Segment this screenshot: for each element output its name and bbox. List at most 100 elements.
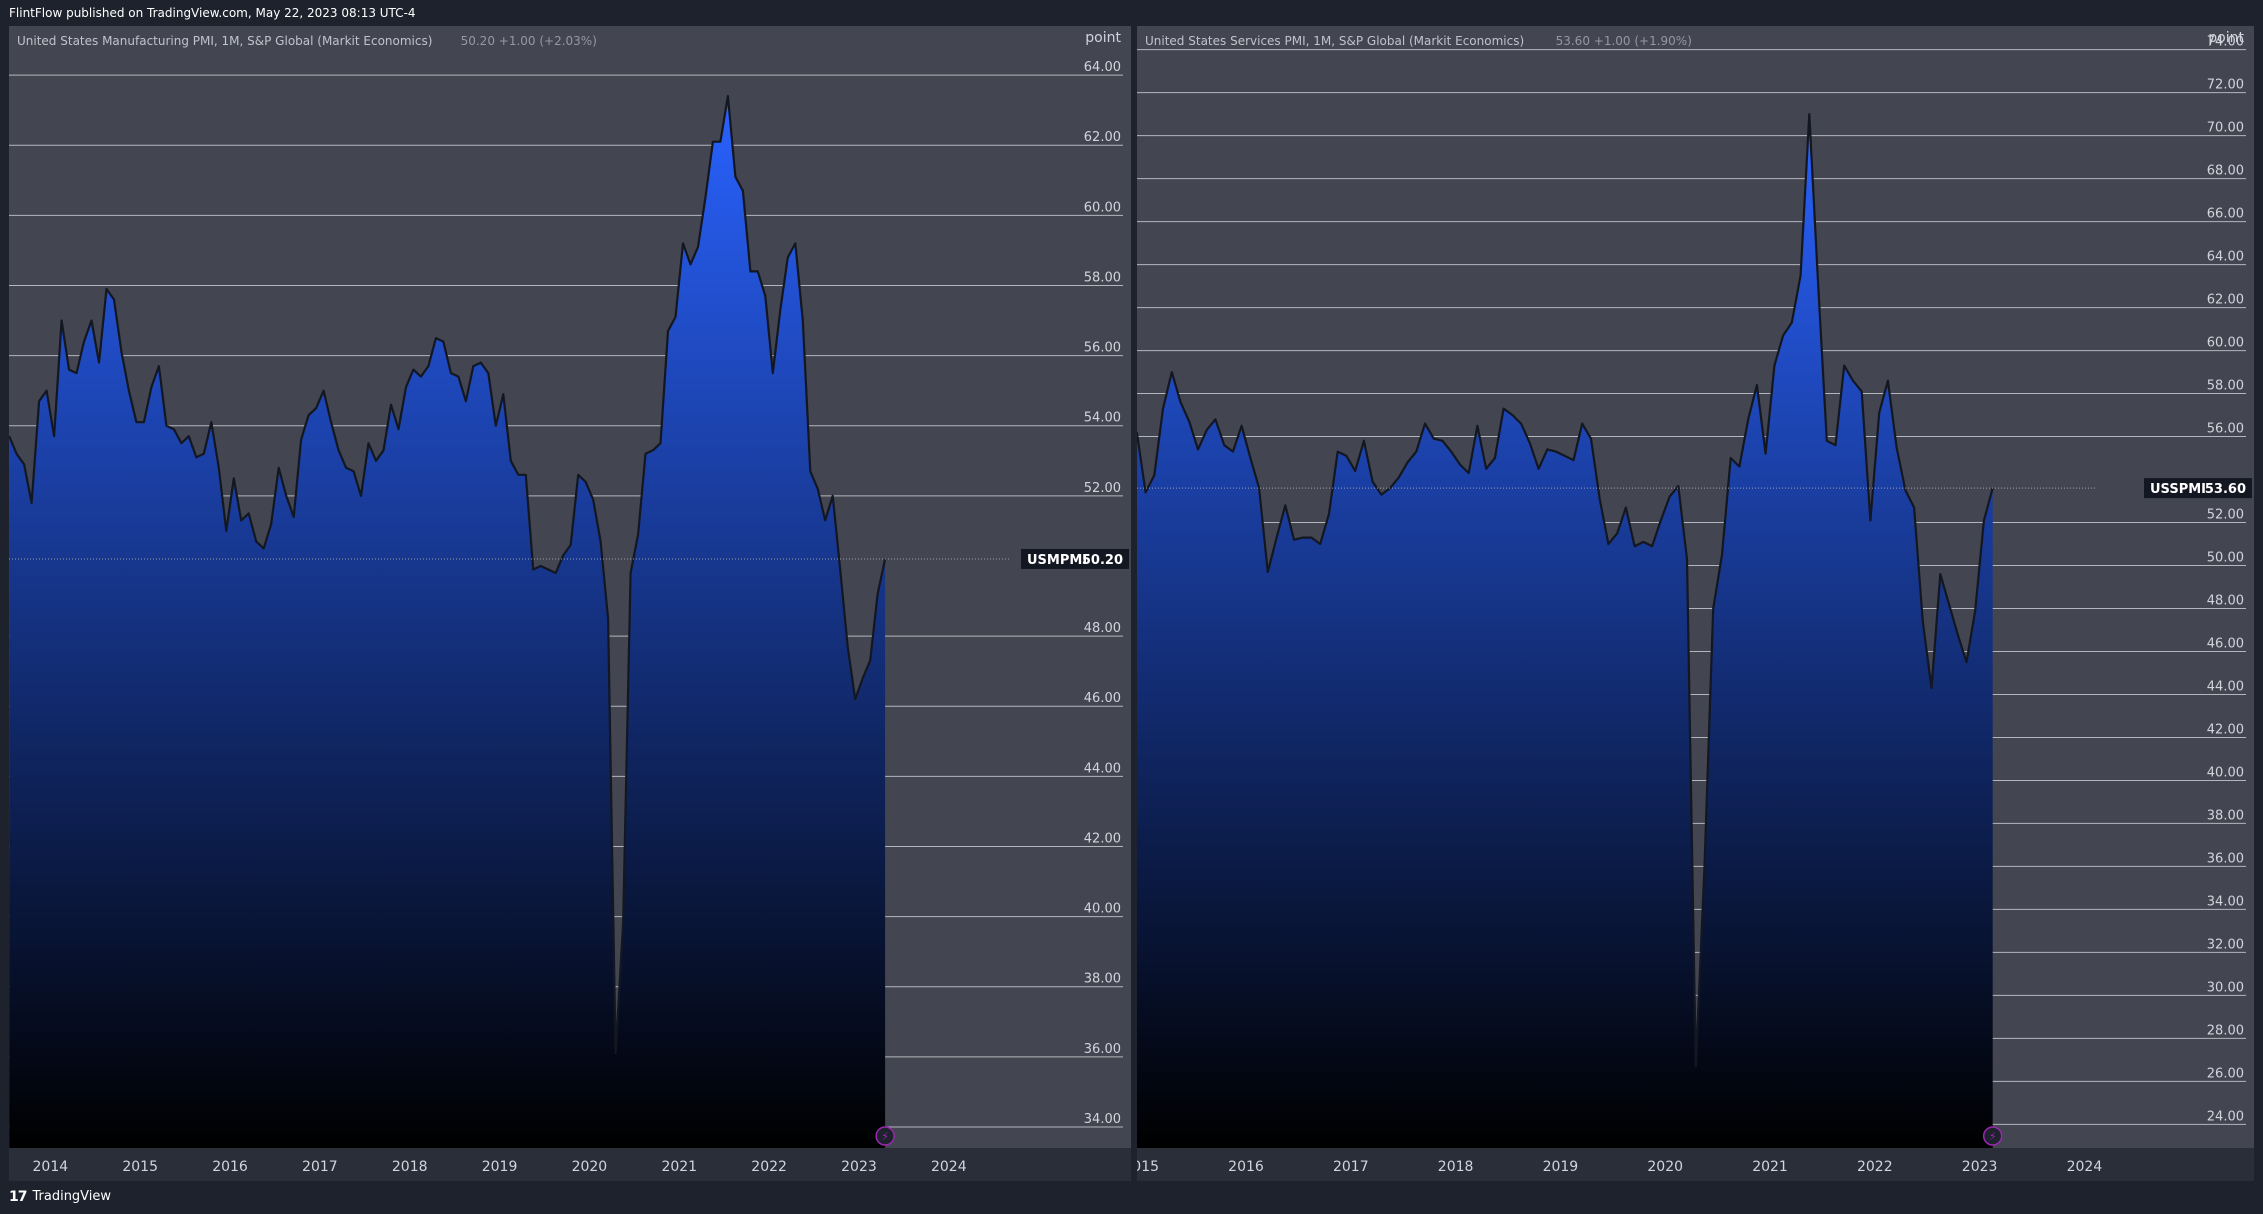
- data-point[interactable]: [239, 518, 243, 522]
- data-point[interactable]: [1432, 437, 1436, 441]
- data-point[interactable]: [1414, 450, 1418, 454]
- data-point[interactable]: [426, 364, 430, 368]
- data-point[interactable]: [464, 399, 468, 403]
- data-point[interactable]: [97, 361, 101, 365]
- data-point[interactable]: [284, 494, 288, 498]
- data-point[interactable]: [449, 371, 453, 375]
- data-point[interactable]: [1598, 497, 1602, 501]
- data-point[interactable]: [606, 617, 610, 621]
- data-point[interactable]: [816, 487, 820, 491]
- data-point[interactable]: [1589, 437, 1593, 441]
- data-point[interactable]: [1903, 488, 1907, 492]
- data-point[interactable]: [1161, 407, 1165, 411]
- data-point[interactable]: [778, 308, 782, 312]
- data-point[interactable]: [1266, 570, 1270, 574]
- data-point[interactable]: [696, 245, 700, 249]
- data-point[interactable]: [314, 406, 318, 410]
- data-point[interactable]: [1327, 512, 1331, 516]
- data-point[interactable]: [1152, 473, 1156, 477]
- data-point[interactable]: [868, 659, 872, 663]
- data-point[interactable]: [52, 434, 56, 438]
- data-point[interactable]: [1746, 417, 1750, 421]
- data-point[interactable]: [741, 189, 745, 193]
- data-point[interactable]: [1868, 518, 1872, 522]
- data-point[interactable]: [367, 441, 371, 445]
- data-point[interactable]: [1755, 383, 1759, 387]
- data-point[interactable]: [1938, 572, 1942, 576]
- data-point[interactable]: [1449, 450, 1453, 454]
- data-point[interactable]: [224, 529, 228, 533]
- data-point[interactable]: [1196, 447, 1200, 451]
- data-point[interactable]: [1973, 609, 1977, 613]
- data-point[interactable]: [30, 501, 34, 505]
- data-point[interactable]: [1397, 475, 1401, 479]
- data-point[interactable]: [1545, 447, 1549, 451]
- data-point[interactable]: [1641, 540, 1645, 544]
- data-point[interactable]: [1580, 422, 1584, 426]
- data-point[interactable]: [748, 269, 752, 273]
- data-point[interactable]: [763, 294, 767, 298]
- data-point[interactable]: [621, 922, 625, 926]
- data-point[interactable]: [1144, 490, 1148, 494]
- data-point[interactable]: [808, 469, 812, 473]
- data-point[interactable]: [486, 371, 490, 375]
- data-point[interactable]: [1930, 686, 1934, 690]
- data-point[interactable]: [120, 350, 124, 354]
- data-point[interactable]: [149, 385, 153, 389]
- data-point[interactable]: [1790, 321, 1794, 325]
- data-point[interactable]: [1475, 424, 1479, 428]
- data-point[interactable]: [831, 494, 835, 498]
- data-point[interactable]: [539, 564, 543, 568]
- data-point[interactable]: [1606, 542, 1610, 546]
- data-point[interactable]: [187, 434, 191, 438]
- data-point[interactable]: [292, 515, 296, 519]
- data-point[interactable]: [1336, 450, 1340, 454]
- chart-legend[interactable]: United States Manufacturing PMI, 1M, S&P…: [17, 34, 597, 48]
- data-point[interactable]: [554, 571, 558, 575]
- data-point[interactable]: [1737, 465, 1741, 469]
- data-point[interactable]: [1703, 864, 1707, 868]
- data-point[interactable]: [494, 424, 498, 428]
- data-point[interactable]: [397, 427, 401, 431]
- data-point[interactable]: [471, 364, 475, 368]
- data-point[interactable]: [1467, 471, 1471, 475]
- data-point[interactable]: [247, 511, 251, 515]
- data-point[interactable]: [516, 473, 520, 477]
- data-point[interactable]: [1292, 538, 1296, 542]
- data-point[interactable]: [164, 424, 168, 428]
- data-point[interactable]: [651, 448, 655, 452]
- data-point[interactable]: [1353, 469, 1357, 473]
- data-point[interactable]: [786, 255, 790, 259]
- data-point[interactable]: [1231, 450, 1235, 454]
- data-point[interactable]: [1458, 463, 1462, 467]
- data-point[interactable]: [576, 473, 580, 477]
- data-point[interactable]: [1283, 503, 1287, 507]
- data-point[interactable]: [561, 553, 565, 557]
- data-point[interactable]: [382, 448, 386, 452]
- data-point[interactable]: [434, 336, 438, 340]
- data-point[interactable]: [254, 539, 258, 543]
- data-point[interactable]: [1729, 456, 1733, 460]
- data-point[interactable]: [853, 697, 857, 701]
- data-point[interactable]: [1659, 518, 1663, 522]
- data-point[interactable]: [90, 319, 94, 323]
- data-point[interactable]: [1764, 452, 1768, 456]
- data-point[interactable]: [666, 329, 670, 333]
- data-point[interactable]: [876, 592, 880, 596]
- data-point[interactable]: [1676, 484, 1680, 488]
- data-point[interactable]: [456, 375, 460, 379]
- data-point[interactable]: [82, 340, 86, 344]
- data-point[interactable]: [793, 241, 797, 245]
- data-point[interactable]: [105, 287, 109, 291]
- data-point[interactable]: [1965, 660, 1969, 664]
- data-point[interactable]: [1816, 280, 1820, 284]
- data-point[interactable]: [546, 568, 550, 572]
- data-point[interactable]: [1205, 428, 1209, 432]
- data-point[interactable]: [1807, 112, 1811, 116]
- services-pmi-chart-panel[interactable]: 24.00 26.00 28.00 30.00 32.00 34.00 36.00 38.00…: [1137, 26, 2254, 1181]
- data-point[interactable]: [733, 175, 737, 179]
- data-point[interactable]: [262, 546, 266, 550]
- data-point[interactable]: [1615, 531, 1619, 535]
- data-point[interactable]: [1484, 467, 1488, 471]
- data-point[interactable]: [1956, 632, 1960, 636]
